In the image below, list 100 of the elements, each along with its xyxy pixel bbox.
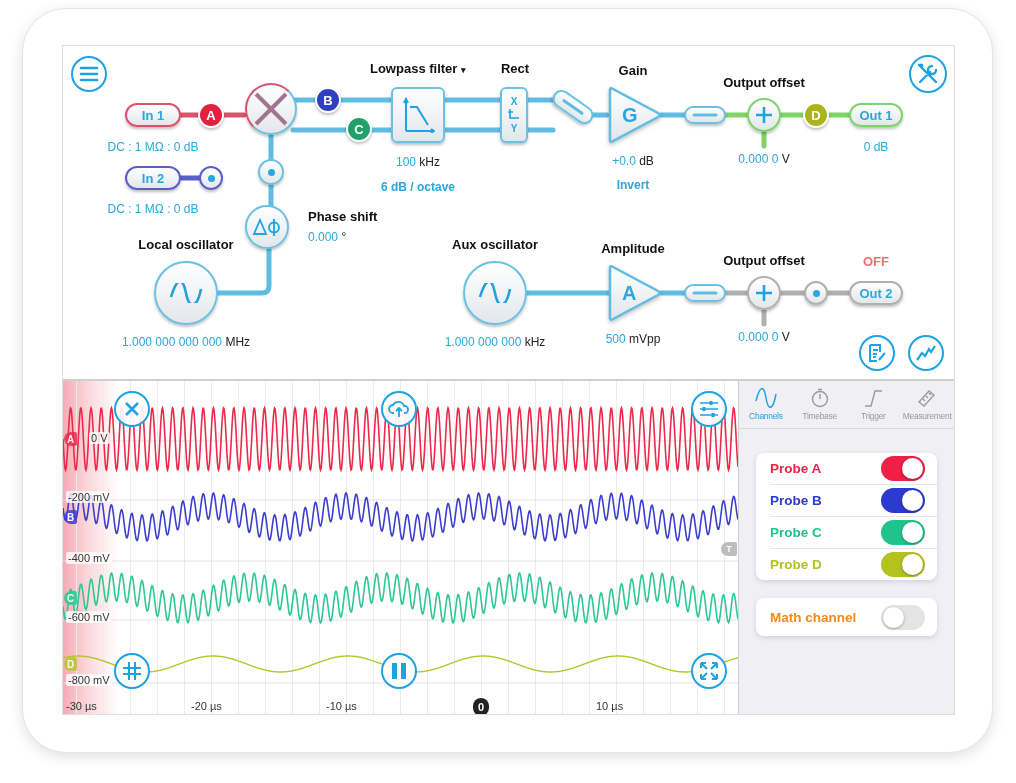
probe-label: Probe C: [770, 525, 822, 540]
delta-phi-icon: [252, 217, 282, 237]
tab[interactable]: Measurement: [900, 381, 954, 428]
close-button[interactable]: [114, 391, 150, 427]
input-button[interactable]: In 2: [125, 166, 181, 190]
fullscreen-button[interactable]: [691, 653, 727, 689]
menu-icon: [79, 66, 99, 82]
subtract-button[interactable]: [684, 106, 726, 124]
amplitude-title: Amplitude: [601, 240, 665, 256]
probe-badge[interactable]: B: [317, 89, 339, 111]
pause-icon: [391, 662, 407, 680]
output-level: 0 dB: [863, 140, 889, 154]
gain-button[interactable]: G: [606, 86, 662, 144]
oscillator-title: Aux oscillator: [452, 236, 538, 252]
gain-title: Gain: [618, 62, 648, 78]
probe-badge[interactable]: A: [200, 104, 222, 126]
expand-icon: [700, 662, 718, 680]
oscillator-title: Local oscillator: [138, 236, 234, 252]
tools-icon: [916, 62, 940, 86]
bar-icon: [560, 97, 586, 117]
axis-label: 10 µs: [596, 700, 624, 712]
axis-label: -600 mV: [66, 611, 112, 623]
trace-marker[interactable]: D: [64, 657, 77, 671]
oscillator-button[interactable]: [154, 261, 218, 325]
gain-value: +0.0 dB: [612, 154, 654, 168]
offset-title: Output offset: [723, 252, 805, 268]
trace-marker[interactable]: A: [64, 432, 77, 446]
add-button[interactable]: [747, 98, 781, 132]
probe-label: Probe D: [770, 557, 822, 572]
tab[interactable]: Trigger: [846, 381, 901, 428]
trace-marker[interactable]: C: [64, 591, 77, 605]
probe-badge[interactable]: D: [805, 104, 827, 126]
chart-button[interactable]: [908, 335, 944, 371]
plus-icon: [755, 284, 773, 302]
lowpass-button[interactable]: [391, 87, 445, 143]
output-status: OFF: [863, 253, 889, 269]
plus-icon: [755, 106, 773, 124]
junction-button[interactable]: [258, 159, 284, 185]
upload-button[interactable]: [381, 391, 417, 427]
axis-label: -800 mV: [66, 674, 112, 686]
tab[interactable]: Timebase: [792, 381, 847, 428]
toggle-switch[interactable]: [881, 604, 925, 630]
input-button[interactable]: In 1: [125, 103, 181, 127]
junction-button[interactable]: [804, 281, 828, 305]
axis-label: -10 µs: [326, 700, 357, 712]
grid-icon: [122, 661, 142, 681]
input-setting: DC : 1 MΩ : 0 dB: [107, 140, 199, 154]
tools-button[interactable]: [909, 55, 947, 93]
trace-marker[interactable]: B: [64, 510, 77, 524]
grid-button[interactable]: [114, 653, 150, 689]
rect-button[interactable]: X Y: [500, 87, 528, 143]
rect-title: Rect: [500, 60, 530, 76]
oscillator-frequency: 1.000 000 000 kHz: [444, 335, 546, 349]
phase-title: Phase shift: [308, 208, 378, 224]
sliders-icon: [699, 400, 719, 418]
filter-slope[interactable]: 6 dB / octave: [381, 180, 455, 194]
lowpass-icon: [401, 97, 435, 133]
output-button[interactable]: Out 1: [849, 103, 903, 127]
minus-icon: [692, 290, 718, 296]
phase-value: 0.000 °: [308, 230, 347, 244]
invert-option[interactable]: Invert: [616, 178, 650, 192]
sine-icon: [478, 283, 512, 303]
toggle-switch[interactable]: [881, 520, 925, 545]
add-button[interactable]: [747, 276, 781, 310]
pause-button[interactable]: [381, 653, 417, 689]
cloud-upload-icon: [388, 400, 410, 418]
trigger-marker[interactable]: 0: [473, 698, 489, 714]
settings-button[interactable]: [691, 391, 727, 427]
probe-label: Probe A: [770, 461, 822, 476]
axis-label: -400 mV: [66, 552, 112, 564]
trigger-level-marker[interactable]: T: [721, 542, 737, 556]
close-icon: [125, 402, 139, 416]
amplitude-button[interactable]: A: [606, 264, 662, 322]
math-label: Math channel: [770, 609, 857, 625]
probe-label: Probe B: [770, 493, 822, 508]
output-button[interactable]: Out 2: [849, 281, 903, 305]
toggle-switch[interactable]: [881, 552, 925, 577]
notes-button[interactable]: [859, 335, 895, 371]
sine-icon: [753, 388, 778, 408]
junction-button[interactable]: [199, 166, 223, 190]
input-setting: DC : 1 MΩ : 0 dB: [107, 202, 199, 216]
filter-title[interactable]: Lowpass filter ▾: [370, 60, 466, 76]
amplitude-value: 500 mVpp: [605, 332, 661, 346]
minus-icon: [692, 112, 718, 118]
toggle-switch[interactable]: [881, 488, 925, 513]
phase-button[interactable]: [245, 205, 289, 249]
sine-icon: [169, 283, 203, 303]
oscillator-button[interactable]: [463, 261, 527, 325]
tab[interactable]: Channels: [739, 381, 793, 428]
offset-value: 0.000 0 V: [738, 330, 790, 344]
multiply-icon: [254, 92, 288, 126]
menu-button[interactable]: [71, 56, 107, 92]
rectifier-icon: [507, 108, 521, 122]
subtract-button[interactable]: [684, 284, 726, 302]
offset-value: 0.000 0 V: [738, 152, 790, 166]
probe-badge[interactable]: C: [348, 118, 370, 140]
trend-line-icon: [916, 345, 936, 361]
mixer-button[interactable]: [245, 83, 297, 135]
axis-label: -30 µs: [66, 700, 97, 712]
toggle-switch[interactable]: [881, 456, 925, 481]
